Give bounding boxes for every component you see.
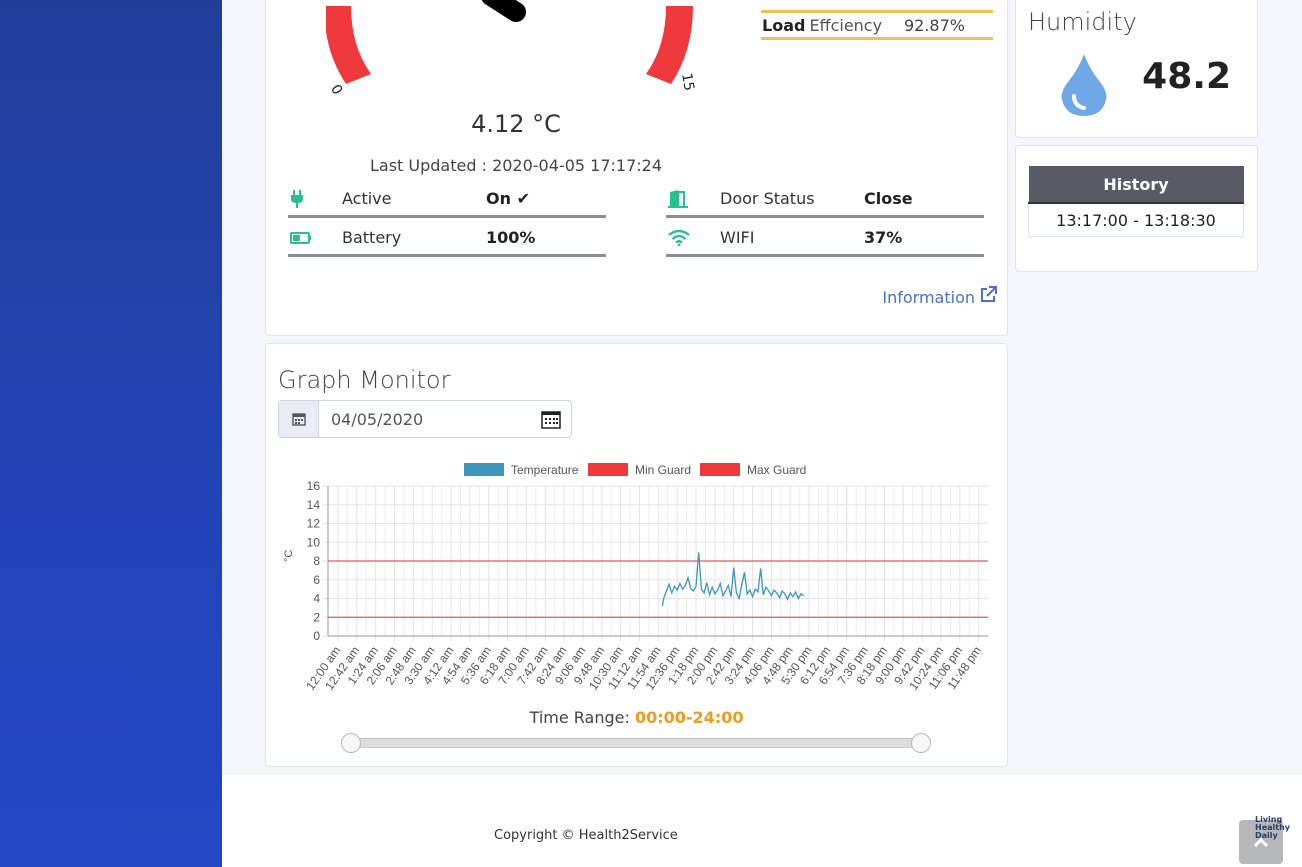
time-range-start-handle[interactable] — [341, 733, 361, 753]
legend-swatch-2 — [700, 463, 740, 476]
temperature-gauge: 0 15 — [326, 0, 697, 96]
date-input[interactable]: 04/05/2020 — [319, 401, 531, 437]
load-label-bold: Load — [762, 15, 806, 35]
y-axis-label: °C — [283, 550, 295, 562]
y-tick-label: 6 — [313, 573, 320, 587]
check-icon: ✔ — [516, 189, 530, 208]
temperature-value: 4.12 °C — [471, 110, 561, 138]
status-row-door: Door Status Close — [666, 182, 984, 218]
wifi-icon — [666, 229, 720, 246]
legend-swatch-0 — [464, 463, 504, 476]
history-row[interactable]: 13:17:00 - 13:18:30 — [1028, 202, 1244, 237]
y-tick-label: 12 — [307, 517, 321, 531]
time-range-label: Time Range: — [529, 708, 630, 727]
plug-icon — [288, 189, 342, 208]
door-icon — [666, 189, 720, 208]
gauge-needle — [481, 0, 526, 22]
humidity-card: Humidity 48.2 — [1015, 0, 1258, 138]
y-axis-ticks: 0 2 4 6 8 10 12 14 16 — [307, 479, 321, 643]
active-label: Active — [342, 189, 392, 208]
temperature-chart: Temperature Min Guard Max Guard 0 2 4 6 8 10 12 1… — [283, 463, 988, 693]
wifi-value: 37% — [864, 228, 903, 247]
legend-label-2: Max Guard — [747, 463, 806, 477]
y-tick-label: 2 — [313, 610, 320, 624]
legend-label-1: Min Guard — [635, 463, 691, 477]
status-row-battery: Battery 100% — [288, 221, 606, 257]
temperature-gauge-card: 0 15 4.12 °C Last Updated : 2020-04-05 1… — [265, 0, 1008, 336]
time-range-value: 00:00-24:00 — [634, 708, 744, 727]
gauge-min-label: 0 — [327, 82, 345, 96]
time-range: Time Range: 00:00-24:00 — [266, 708, 1007, 727]
y-tick-label: 4 — [313, 592, 320, 606]
history-header: History — [1028, 166, 1244, 204]
active-value: On ✔ — [486, 189, 530, 208]
load-value: 92.87% — [903, 15, 965, 35]
water-drop-icon — [1061, 54, 1107, 116]
history-table: History 13:17:00 - 13:18:30 — [1028, 166, 1244, 237]
y-tick-label: 10 — [307, 535, 321, 549]
status-row-wifi: WIFI 37% — [666, 221, 984, 257]
wifi-label: WIFI — [720, 228, 755, 247]
legend-label-0: Temperature — [511, 463, 579, 477]
time-range-slider[interactable] — [350, 738, 924, 748]
date-picker[interactable]: 04/05/2020 — [278, 400, 572, 438]
humidity-title: Humidity — [1028, 8, 1137, 36]
calendar-icon[interactable] — [531, 401, 571, 437]
gauge-min-zone — [326, 6, 371, 84]
y-tick-label: 16 — [307, 479, 321, 493]
information-link-label: Information — [882, 287, 975, 307]
graph-title: Graph Monitor — [278, 366, 451, 394]
load-label: Effciency — [809, 15, 883, 35]
gauge-max-zone — [646, 6, 693, 84]
history-card: History 13:17:00 - 13:18:30 — [1015, 145, 1258, 272]
information-link[interactable]: Information — [882, 286, 997, 308]
battery-label: Battery — [342, 228, 402, 247]
battery-value: 100% — [486, 228, 536, 247]
door-label: Door Status — [720, 189, 815, 208]
chart-legend: Temperature Min Guard Max Guard — [464, 463, 806, 477]
footer: Copyright © Health2Service — [222, 775, 1302, 867]
legend-swatch-1 — [588, 463, 628, 476]
calendar-addon-icon — [279, 401, 319, 437]
brand-badge: Living Healthy Daily — [1255, 815, 1290, 840]
door-value: Close — [864, 189, 913, 208]
load-efficiency-row: Load Effciency 92.87% — [761, 10, 993, 40]
x-axis-ticks: 12:00 am12:42 am1:24 am2:06 am2:48 am3:3… — [303, 644, 984, 693]
graph-monitor-card: Graph Monitor 04/05/2020 Temperature Min … — [265, 343, 1008, 767]
time-range-end-handle[interactable] — [911, 733, 931, 753]
y-tick-label: 0 — [313, 629, 320, 643]
y-tick-label: 8 — [313, 554, 320, 568]
y-tick-label: 14 — [307, 498, 321, 512]
status-row-active: Active On ✔ — [288, 182, 606, 218]
battery-icon — [288, 231, 342, 244]
external-link-icon — [979, 286, 997, 308]
humidity-value: 48.2 — [1142, 56, 1231, 97]
last-updated: Last Updated : 2020-04-05 17:17:24 — [369, 156, 662, 175]
sidebar — [0, 0, 222, 867]
copyright: Copyright © Health2Service — [494, 828, 678, 843]
gauge-max-label: 15 — [678, 72, 697, 92]
